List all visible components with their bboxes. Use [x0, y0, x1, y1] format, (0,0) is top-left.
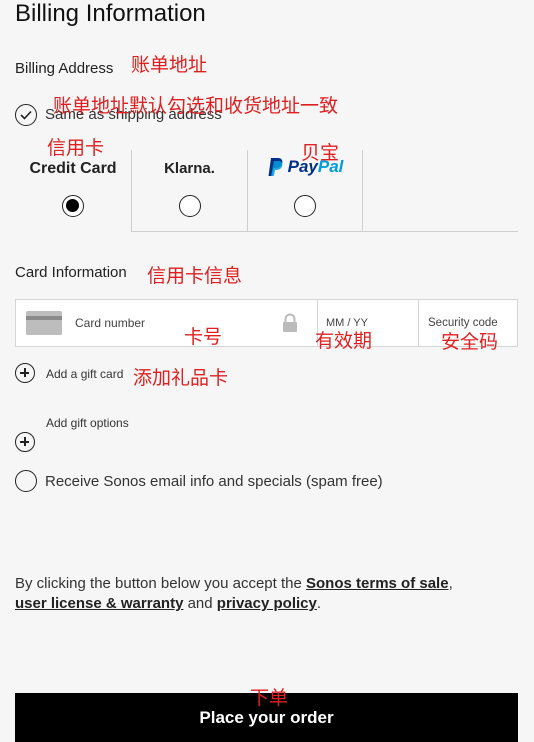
annotation-card-number: 卡号 — [184, 326, 223, 348]
terms-of-sale-link[interactable]: Sonos terms of sale — [306, 575, 449, 592]
annotation-order: 下单 — [250, 687, 289, 709]
terms-period: . — [316, 595, 322, 612]
terms-and: and — [183, 595, 217, 612]
klarna-logo: Klarna. — [164, 160, 215, 177]
annotation-billing-address: 账单地址 — [131, 54, 208, 76]
same-as-shipping-checkbox[interactable] — [15, 104, 37, 126]
card-number-input[interactable]: Card number — [75, 300, 275, 346]
annotation-card-info: 信用卡信息 — [147, 265, 243, 287]
email-opt-in-label[interactable]: Receive Sonos email info and specials (s… — [45, 473, 383, 490]
card-icon — [26, 300, 62, 346]
payment-tab-credit-card[interactable]: Credit Card — [15, 150, 131, 232]
add-gift-card-icon[interactable] — [15, 363, 35, 383]
page-title: Billing Information — [15, 0, 206, 27]
annotation-expiry: 有效期 — [315, 330, 373, 352]
terms-comma: , — [448, 575, 453, 592]
credit-card-radio[interactable] — [62, 195, 84, 217]
terms-text: By clicking the button below you accept … — [15, 574, 520, 614]
billing-address-label: Billing Address — [15, 60, 114, 77]
card-information-label: Card Information — [15, 264, 127, 281]
checkmark-icon — [20, 110, 32, 120]
credit-card-label: Credit Card — [29, 160, 117, 177]
add-gift-options-link[interactable]: Add gift options — [46, 416, 129, 430]
card-divider — [418, 300, 419, 346]
lock-icon — [282, 300, 300, 346]
email-opt-in-radio[interactable] — [15, 470, 37, 492]
annotation-same-as-shipping: 账单地址默认勾选和收货地址一致 — [53, 95, 339, 117]
paypal-p-icon — [268, 158, 282, 176]
license-warranty-link[interactable]: user license & warranty — [15, 595, 183, 612]
annotation-security: 安全码 — [441, 331, 499, 353]
privacy-policy-link[interactable]: privacy policy — [217, 595, 317, 612]
paypal-radio[interactable] — [294, 195, 316, 217]
payment-tab-klarna[interactable]: Klarna. — [131, 150, 247, 232]
klarna-radio[interactable] — [178, 195, 201, 217]
annotation-paypal: 贝宝 — [301, 142, 340, 164]
payment-method-tabs: Credit Card Klarna. Pay Pal — [15, 150, 518, 233]
payment-tab-empty — [363, 150, 518, 232]
annotation-gift-card: 添加礼品卡 — [133, 367, 229, 389]
add-gift-options-icon[interactable] — [15, 432, 35, 452]
annotation-credit-card: 信用卡 — [47, 137, 105, 159]
terms-prefix: By clicking the button below you accept … — [15, 575, 307, 592]
add-gift-card-link[interactable]: Add a gift card — [46, 367, 123, 381]
